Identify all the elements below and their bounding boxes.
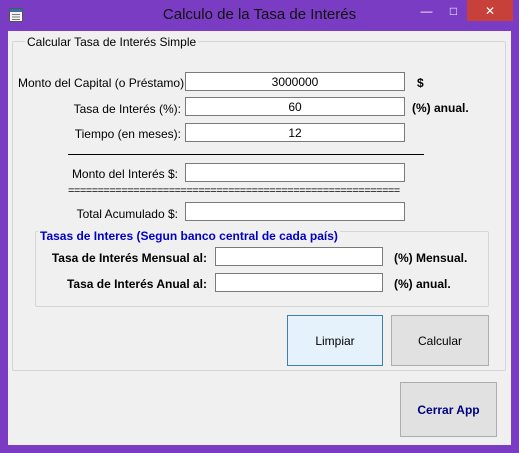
time-input[interactable]: [185, 123, 405, 142]
divider-line: [68, 154, 424, 155]
minimize-icon: —: [420, 3, 433, 18]
monthly-rate-output[interactable]: [215, 247, 383, 266]
exit-button[interactable]: Cerrar App: [400, 382, 497, 437]
capital-input[interactable]: [185, 72, 405, 91]
rates-group-legend: Tasas de Interes (Segun banco central de…: [38, 229, 340, 243]
total-output[interactable]: [185, 202, 405, 221]
clear-button-label: Limpiar: [315, 333, 355, 348]
capital-unit: $: [417, 76, 424, 90]
group-legend: Calcular Tasa de Interés Simple: [25, 35, 199, 49]
calculate-button[interactable]: Calcular: [391, 315, 489, 366]
app-window: Calculo de la Tasa de Interés — □ ✕ Calc…: [0, 0, 519, 453]
close-icon: ✕: [484, 3, 496, 18]
interest-label: Monto del Interés $:: [71, 167, 178, 181]
monthly-rate-unit: (%) Mensual.: [394, 251, 468, 265]
rate-label: Tasa de Interés (%):: [73, 102, 181, 116]
time-label: Tiempo (en meses):: [74, 127, 181, 141]
minimize-button[interactable]: —: [413, 0, 440, 21]
equals-separator: ========================================…: [68, 186, 400, 196]
annual-rate-label: Tasa de Interés Anual al:: [66, 277, 207, 291]
annual-rate-output[interactable]: [215, 273, 383, 292]
form-client-area: Calcular Tasa de Interés Simple Monto de…: [8, 31, 511, 445]
exit-button-label: Cerrar App: [417, 402, 480, 417]
maximize-button[interactable]: □: [440, 0, 467, 21]
annual-rate-unit: (%) anual.: [394, 277, 451, 291]
title-bar: Calculo de la Tasa de Interés — □ ✕: [0, 0, 519, 30]
close-button[interactable]: ✕: [467, 0, 513, 21]
interest-output[interactable]: [185, 163, 405, 182]
rate-unit: (%) anual.: [412, 101, 469, 115]
calculate-button-label: Calcular: [417, 333, 462, 348]
clear-button[interactable]: Limpiar: [287, 315, 383, 366]
total-label: Total Acumulado $:: [76, 207, 178, 221]
maximize-icon: □: [449, 3, 458, 18]
capital-label: Monto del Capital (o Préstamo):: [18, 76, 188, 90]
monthly-rate-label: Tasa de Interés Mensual al:: [51, 251, 207, 265]
rate-input[interactable]: [185, 97, 405, 116]
